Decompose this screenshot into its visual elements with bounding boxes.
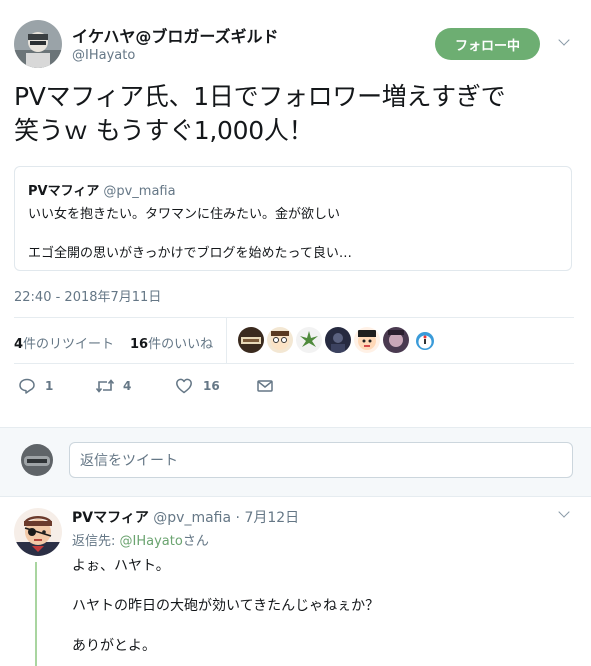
retweet-action[interactable]: 4 <box>95 377 131 395</box>
reply-text-line: ハヤトの昨日の大砲が効いてきたんじゃねぇか？ <box>72 598 380 614</box>
reply-text-line: よぉ、ハヤト。 <box>72 558 170 574</box>
tweet-timestamp[interactable]: 22:40 - 2018年7月11日 <box>14 286 161 305</box>
retweet-stat-count: 4 <box>14 337 24 352</box>
direct-message-action[interactable] <box>256 377 274 395</box>
reply-separator: · <box>231 510 245 526</box>
liker-avatar[interactable] <box>238 327 264 353</box>
tweet-text-line: PVマフィア氏、1日でフォロワー増えすぎで <box>14 82 506 111</box>
reply-icon <box>18 377 36 395</box>
retweet-stat-label: 件のリツイート <box>23 337 115 352</box>
quoted-text-line: いい女を抱きたい。タワマンに住みたい。金が欲しい <box>28 207 341 222</box>
like-action[interactable]: 16 <box>175 377 220 395</box>
divider <box>14 363 574 364</box>
replying-to: 返信先: @IHayatoさん <box>72 530 209 549</box>
quoted-text-line: エゴ全開の思いがきっかけでブログを始めたって良い… <box>28 246 352 261</box>
thread-line <box>35 562 37 666</box>
heart-icon <box>175 377 193 395</box>
stats-divider <box>226 318 227 363</box>
reply-text-line: ありがとよ。 <box>72 638 156 654</box>
reply-header: PVマフィア @pv_mafia · 7月12日 <box>72 507 299 527</box>
liker-avatar[interactable] <box>383 327 409 353</box>
like-count: 16 <box>203 379 220 393</box>
author-handle[interactable]: @IHayato <box>72 48 135 63</box>
like-stat-label: 件のいいね <box>148 337 214 352</box>
liker-avatar[interactable] <box>412 327 438 353</box>
tweet-text: PVマフィア氏、1日でフォロワー増えすぎで 笑うｗ もうすぐ1,000人！ <box>14 80 579 148</box>
reply-count: 1 <box>45 379 54 393</box>
replying-to-handle[interactable]: @IHayato <box>120 534 183 549</box>
reply-author-handle[interactable]: @pv_mafia <box>153 510 231 526</box>
liker-avatar[interactable] <box>296 327 322 353</box>
reply-date[interactable]: 7月12日 <box>244 510 299 526</box>
quoted-author-name: PVマフィア <box>28 184 100 199</box>
quoted-author-handle: @pv_mafia <box>103 184 176 199</box>
liker-avatar[interactable] <box>354 327 380 353</box>
following-button[interactable]: フォロー中 <box>435 28 540 60</box>
author-avatar[interactable] <box>14 20 62 68</box>
replying-to-suffix: さん <box>182 534 209 549</box>
reply-more-chevron-down-icon[interactable] <box>557 506 571 520</box>
reply-input[interactable]: 返信をツイート <box>69 442 573 478</box>
quoted-tweet-card[interactable]: PVマフィア @pv_mafia いい女を抱きたい。タワマンに住みたい。金が欲しい… <box>14 166 572 271</box>
liker-avatar[interactable] <box>325 327 351 353</box>
quoted-author: PVマフィア @pv_mafia <box>28 180 176 199</box>
replying-to-label: 返信先: <box>72 534 120 549</box>
like-stat-count: 16 <box>130 337 149 352</box>
tweet-text-line: 笑うｗ もうすぐ1,000人！ <box>14 116 314 145</box>
reply-author-avatar[interactable] <box>14 508 62 556</box>
current-user-avatar[interactable] <box>21 444 53 476</box>
author-name[interactable]: イケハヤ@ブロガーズギルド <box>72 23 279 47</box>
divider <box>14 317 574 318</box>
like-stat[interactable]: 16件のいいね <box>130 333 213 352</box>
liker-avatar[interactable] <box>267 327 293 353</box>
envelope-icon <box>256 377 274 395</box>
reply-action[interactable]: 1 <box>18 377 53 395</box>
reply-author-name[interactable]: PVマフィア <box>72 510 149 526</box>
more-chevron-down-icon[interactable] <box>557 34 571 48</box>
retweet-icon <box>95 377 115 395</box>
retweet-stat[interactable]: 4件のリツイート <box>14 333 114 352</box>
retweet-count: 4 <box>123 379 132 393</box>
